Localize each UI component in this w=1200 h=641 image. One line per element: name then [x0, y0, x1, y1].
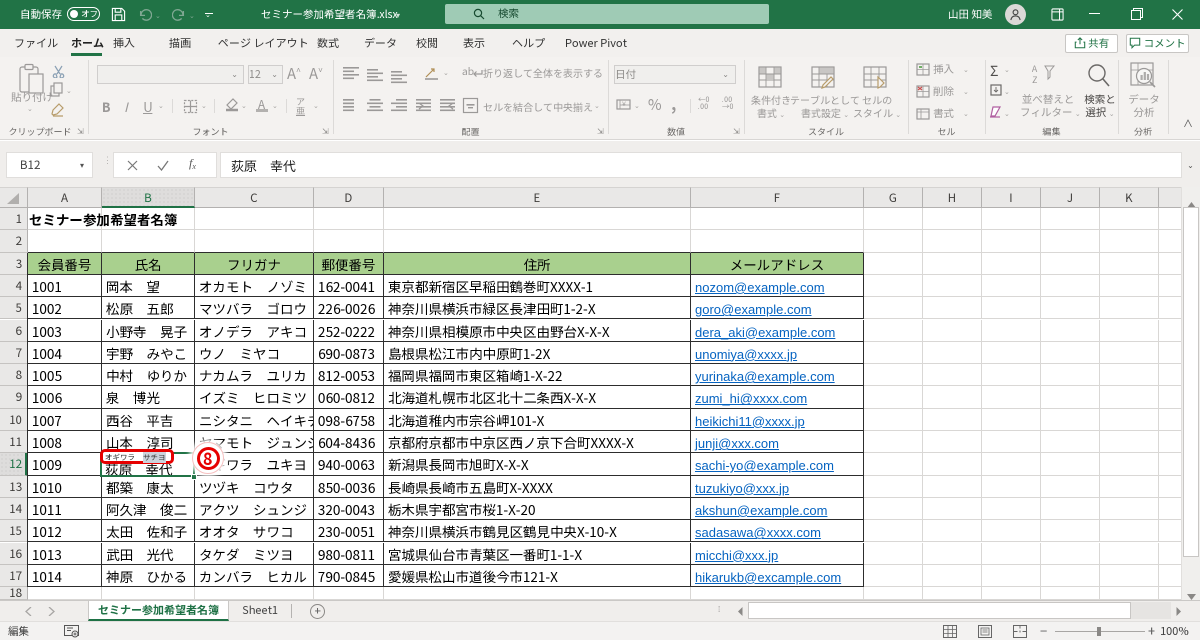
svg-text:￥: ￥: [621, 99, 627, 108]
svg-text:Z: Z: [1032, 73, 1038, 85]
